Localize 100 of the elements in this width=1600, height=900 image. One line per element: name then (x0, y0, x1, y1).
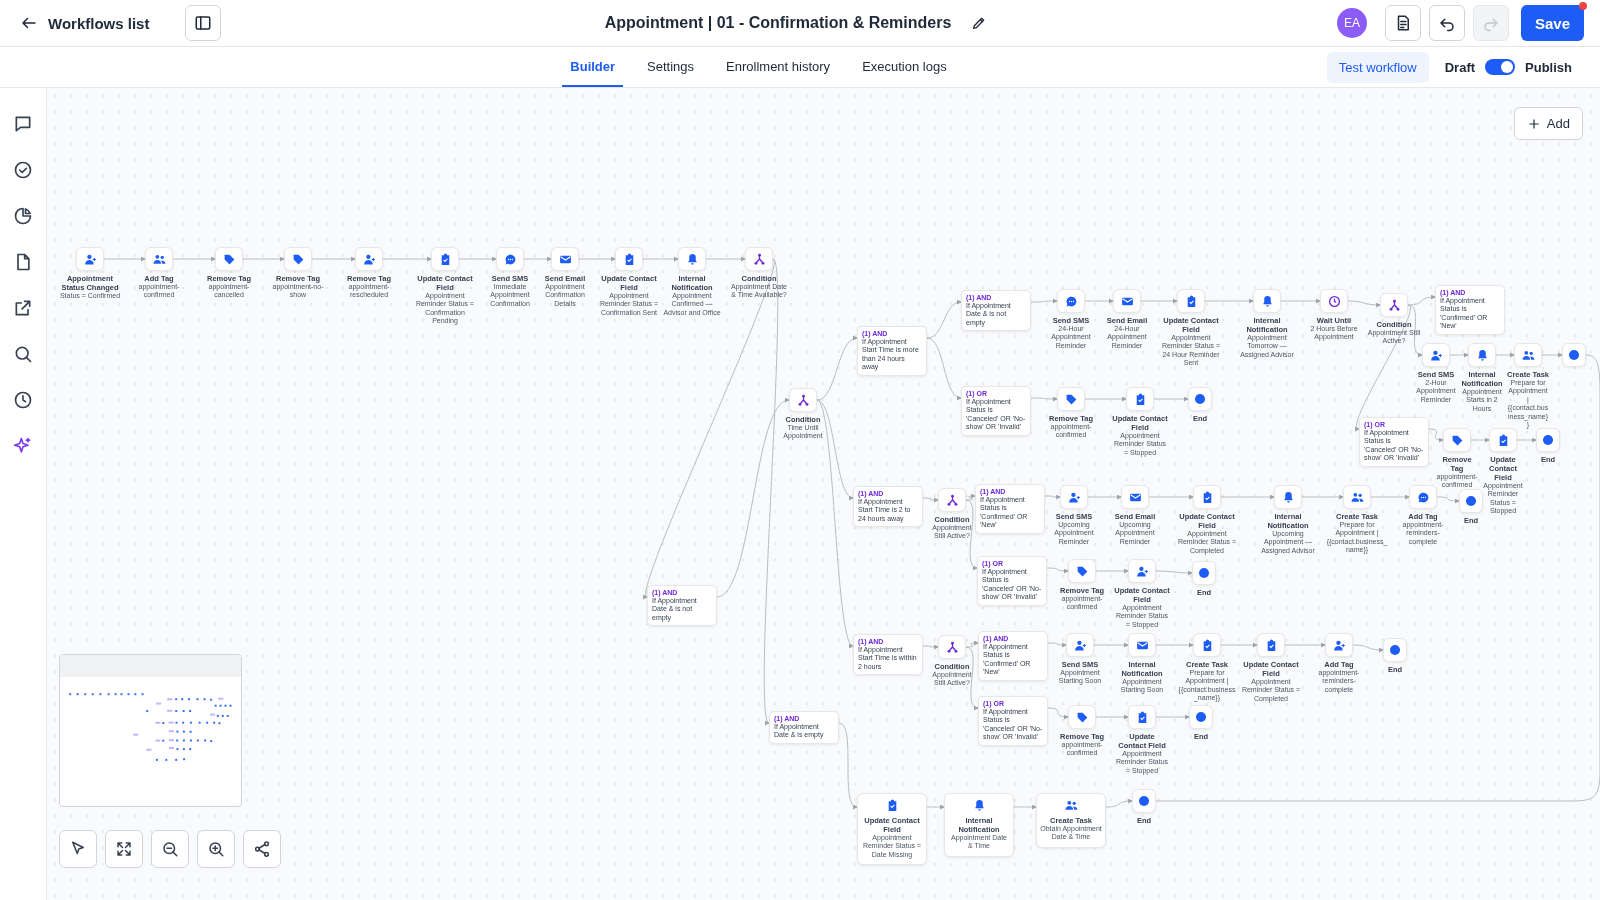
undo-button[interactable] (1428, 5, 1465, 41)
action-node[interactable] (1489, 428, 1517, 452)
condition-node[interactable] (938, 635, 966, 659)
people-icon (1064, 799, 1078, 812)
zoom-in-button[interactable] (197, 830, 235, 868)
back-button[interactable]: Workflows list (14, 10, 156, 36)
tag-icon (1450, 433, 1464, 447)
dot-icon (1196, 712, 1206, 722)
connector-line (458, 256, 497, 262)
end-node[interactable] (1188, 387, 1212, 411)
condition-node[interactable] (938, 488, 966, 512)
end-node[interactable] (1383, 638, 1407, 662)
action-node[interactable] (1325, 633, 1353, 657)
clock-icon (1327, 294, 1341, 308)
action-node[interactable] (1126, 387, 1154, 411)
action-node[interactable] (1320, 289, 1348, 313)
publish-toggle[interactable] (1485, 59, 1516, 75)
add-button[interactable]: Add (1513, 107, 1583, 140)
action-node[interactable] (1128, 705, 1156, 729)
search-icon (13, 344, 33, 364)
bell-icon (972, 799, 986, 812)
sidebar-toggle-button[interactable] (185, 5, 222, 41)
action-node[interactable] (1057, 289, 1085, 313)
end-node[interactable] (1536, 428, 1560, 452)
connector-line (578, 256, 616, 262)
action-node[interactable] (678, 247, 706, 271)
person-icon (1067, 490, 1081, 504)
end-node[interactable] (1192, 561, 1216, 585)
people-icon (1521, 348, 1535, 362)
end-node[interactable] (1132, 789, 1156, 813)
action-node[interactable] (551, 247, 579, 271)
action-node[interactable] (1514, 343, 1542, 367)
end-node[interactable] (1459, 489, 1483, 513)
check-circle-icon (13, 160, 33, 180)
tag-icon (1075, 710, 1089, 724)
end-node[interactable] (1189, 705, 1213, 729)
connector-line (1047, 642, 1067, 648)
people-icon (1350, 490, 1364, 504)
action-node[interactable] (76, 247, 104, 271)
tab[interactable]: Enrollment history (718, 47, 839, 87)
branch-icon (796, 393, 810, 407)
action-node[interactable] (1068, 705, 1096, 729)
dot-icon (1569, 350, 1579, 360)
select-tool-button[interactable] (59, 830, 97, 868)
person-icon (362, 252, 376, 266)
action-node[interactable] (1257, 633, 1285, 657)
action-node[interactable] (284, 247, 312, 271)
condition-node[interactable] (789, 388, 817, 412)
connector-line (1044, 494, 1061, 500)
bell-icon (685, 252, 699, 266)
connector-line (922, 497, 939, 503)
dot-icon (1466, 496, 1476, 506)
action-node[interactable] (1468, 343, 1496, 367)
zoom-out-button[interactable] (151, 830, 189, 868)
action-node[interactable] (1057, 387, 1085, 411)
connector-line (1087, 494, 1122, 500)
zoom-in-icon (207, 840, 225, 858)
action-node[interactable] (1060, 485, 1088, 509)
expand-icon (115, 840, 133, 858)
action-node[interactable] (1193, 633, 1221, 657)
action-node[interactable] (1443, 428, 1471, 452)
tab[interactable]: Execution logs (854, 47, 955, 87)
action-node[interactable] (615, 247, 643, 271)
branch-icon (945, 493, 959, 507)
end-node[interactable] (1562, 343, 1586, 367)
document-button[interactable] (1384, 5, 1421, 41)
person-icon (1429, 348, 1443, 362)
action-node[interactable] (1253, 289, 1281, 313)
user-avatar[interactable]: EA (1336, 8, 1367, 38)
action-node[interactable] (1409, 485, 1437, 509)
action-node[interactable] (1128, 559, 1156, 583)
action-node[interactable] (496, 247, 524, 271)
action-node[interactable] (1193, 485, 1221, 509)
share-button[interactable] (243, 830, 281, 868)
connector-line (922, 644, 939, 650)
action-node[interactable] (1066, 633, 1094, 657)
condition-node[interactable] (1380, 293, 1408, 317)
condition-node[interactable] (745, 247, 773, 271)
action-node[interactable] (1068, 559, 1096, 583)
action-node[interactable] (215, 247, 243, 271)
action-node[interactable] (145, 247, 173, 271)
connector-line (172, 256, 216, 262)
connector-line (1204, 298, 1254, 304)
fit-view-button[interactable] (105, 830, 143, 868)
tab[interactable]: Settings (639, 47, 703, 87)
action-node[interactable] (1113, 289, 1141, 313)
save-button[interactable]: Save (1520, 5, 1584, 41)
action-node[interactable] (1422, 343, 1450, 367)
connector-line (1095, 568, 1129, 574)
action-node[interactable] (1274, 485, 1302, 509)
action-node[interactable] (431, 247, 459, 271)
action-node[interactable] (1128, 633, 1156, 657)
connector-line (242, 256, 285, 262)
action-node[interactable] (1343, 485, 1371, 509)
action-node[interactable] (355, 247, 383, 271)
action-node[interactable] (1121, 485, 1149, 509)
action-node[interactable] (1177, 289, 1205, 313)
share-icon (253, 840, 271, 858)
external-link-icon (13, 298, 33, 318)
test-workflow-button[interactable]: Test workflow (1326, 51, 1429, 83)
